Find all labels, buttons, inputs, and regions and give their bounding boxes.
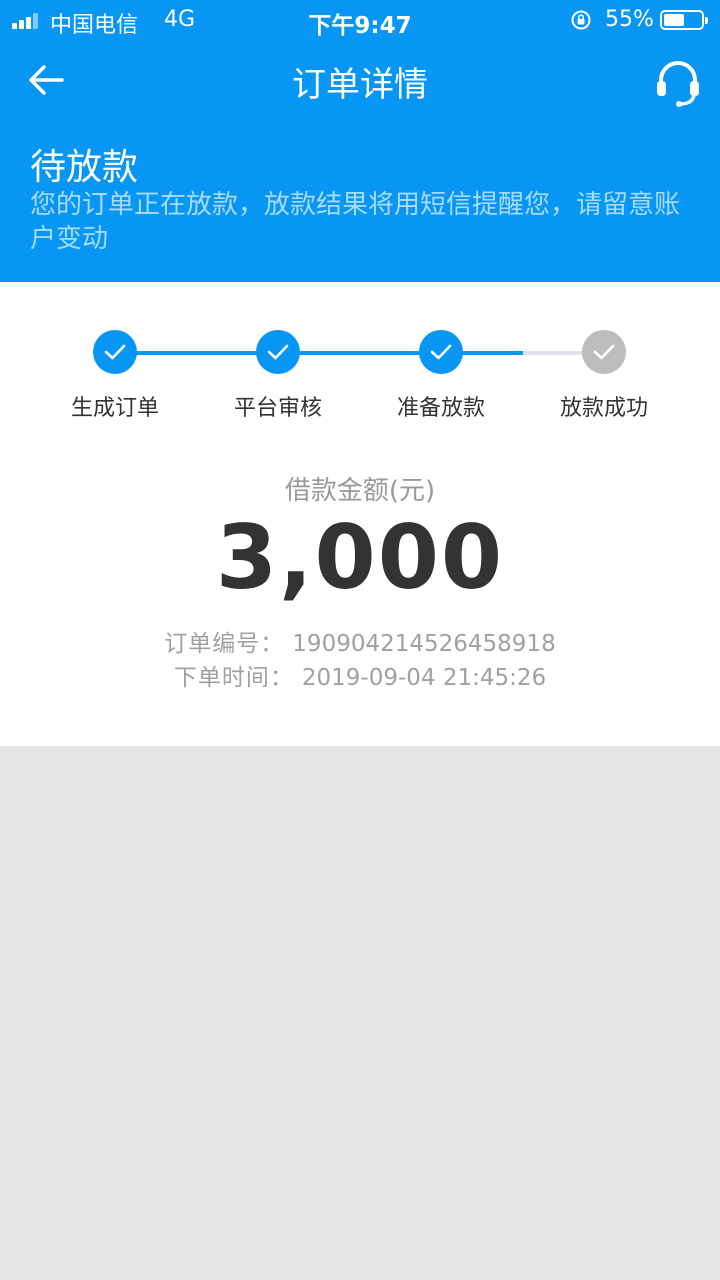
check-icon bbox=[419, 330, 463, 374]
order-number-value: 190904214526458918 bbox=[292, 631, 556, 657]
customer-service-button[interactable] bbox=[650, 54, 706, 110]
check-icon bbox=[256, 330, 300, 374]
nav-bar: 订单详情 bbox=[0, 40, 720, 124]
status-bar: 中国电信 4G 下午9:47 55% bbox=[0, 0, 720, 40]
progress-steps: 生成订单 平台审核 准备放款 放款成功 bbox=[0, 282, 720, 432]
order-detail-card: 生成订单 平台审核 准备放款 放款成功 借款金额(元) 3,000 订单编号： … bbox=[0, 282, 720, 746]
order-status-panel: 待放款 您的订单正在放款，放款结果将用短信提醒您，请留意账户变动 bbox=[0, 124, 720, 282]
headset-icon bbox=[657, 61, 699, 107]
order-time-value: 2019-09-04 21:45:26 bbox=[301, 665, 547, 691]
order-number-row: 订单编号： 190904214526458918 bbox=[0, 624, 720, 658]
battery-fill bbox=[664, 14, 684, 26]
step-label: 平台审核 bbox=[233, 396, 322, 421]
order-number-label: 订单编号： bbox=[164, 631, 285, 657]
order-time-row: 下单时间： 2019-09-04 21:45:26 bbox=[0, 658, 720, 692]
step-label: 放款成功 bbox=[559, 396, 648, 421]
battery-icon bbox=[660, 10, 708, 30]
loan-amount-label: 借款金额(元) bbox=[284, 476, 436, 506]
order-status-title: 待放款 bbox=[30, 147, 139, 188]
check-icon bbox=[93, 330, 137, 374]
order-time-label: 下单时间： bbox=[173, 665, 294, 691]
check-icon bbox=[582, 330, 626, 374]
step-label: 生成订单 bbox=[70, 396, 159, 421]
page-title: 订单详情 bbox=[292, 65, 428, 105]
step-label: 准备放款 bbox=[396, 396, 485, 421]
order-status-description: 您的订单正在放款，放款结果将用短信提醒您，请留意账户变动 bbox=[30, 190, 681, 254]
battery-percent: 55% bbox=[605, 7, 654, 32]
rotation-lock-icon bbox=[571, 10, 591, 30]
app-screen: 中国电信 4G 下午9:47 55% 订单详情 待放款 您的订单正在放款，放款结… bbox=[0, 0, 720, 1280]
loan-amount: 3,000 bbox=[215, 506, 505, 609]
